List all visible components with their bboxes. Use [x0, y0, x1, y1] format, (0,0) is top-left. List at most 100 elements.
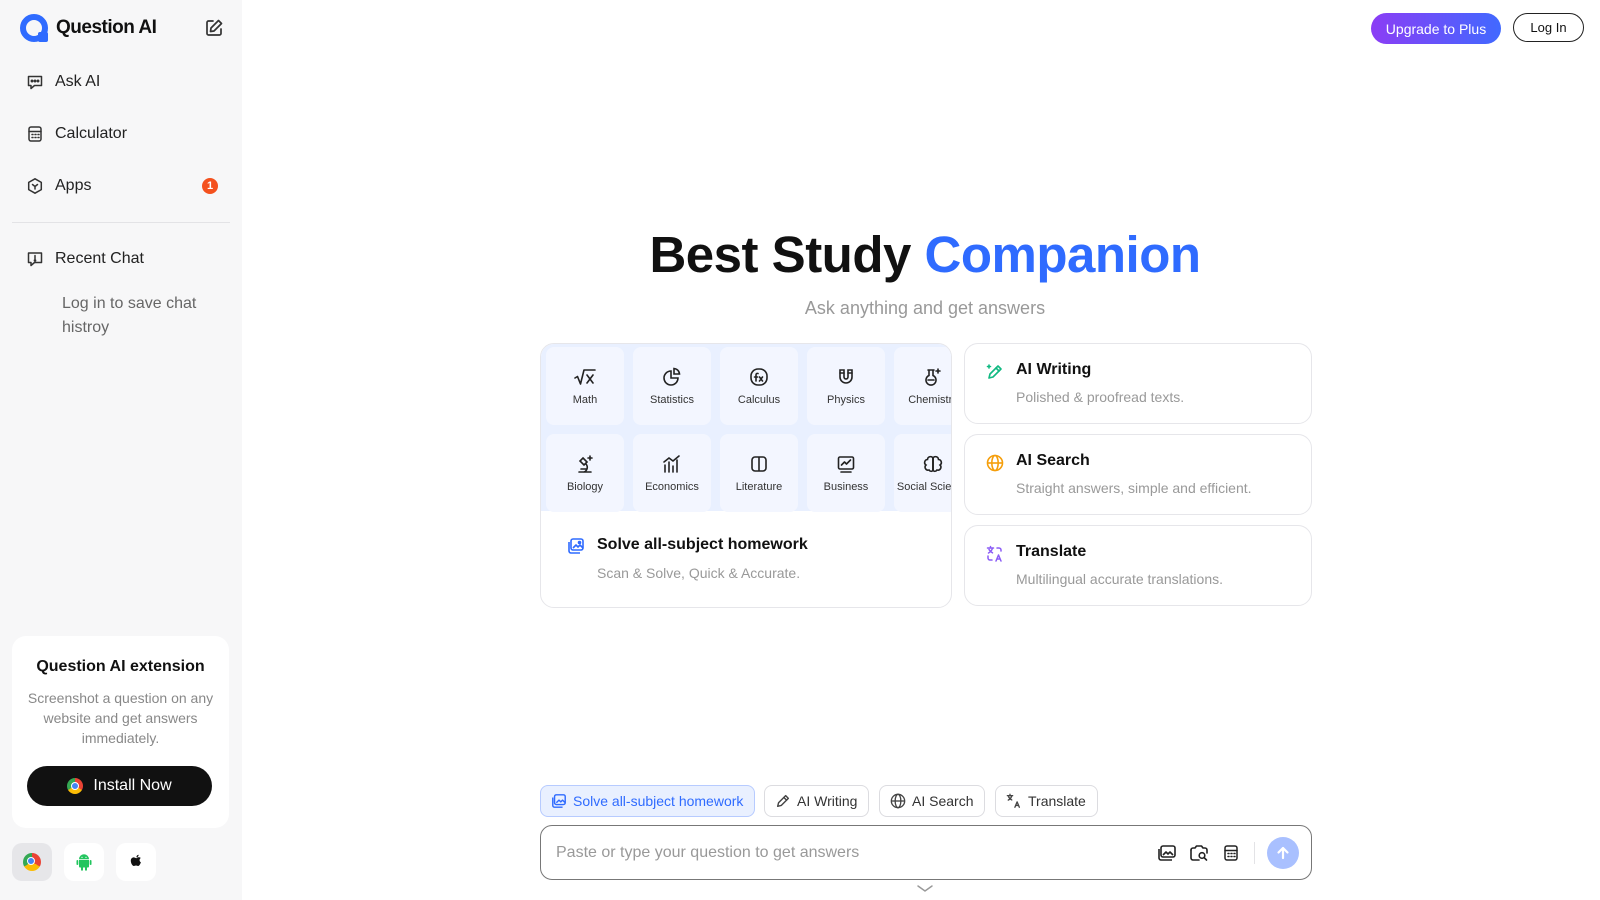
globe-icon [890, 793, 906, 809]
brand-name: Question AI [56, 17, 157, 38]
hero-subtitle: Ask anything and get answers [804, 298, 1046, 318]
chat-icon [25, 72, 45, 92]
upload-image-button[interactable] [1156, 842, 1178, 864]
recent-chat-hint: Log in to save chat histroy [62, 295, 197, 336]
square-root-icon [574, 366, 596, 388]
ai-search-card[interactable]: AI Search Straight answers, simple and e… [964, 434, 1312, 515]
toolbar-separator [1254, 842, 1255, 864]
image-scan-icon [551, 793, 567, 809]
ai-writing-card[interactable]: AI Writing Polished & proofread texts. [964, 343, 1312, 424]
sidebar-item-label: Recent Chat [55, 250, 144, 267]
calculator-button[interactable] [1220, 842, 1242, 864]
brain-icon [922, 453, 944, 475]
homework-description: Scan & Solve, Quick & Accurate. [597, 565, 801, 581]
magnet-icon [835, 366, 857, 388]
upgrade-to-plus-button[interactable]: Upgrade to Plus [1371, 13, 1501, 44]
homework-card-footer: Solve all-subject homework Scan & Solve,… [541, 511, 951, 607]
flask-icon [922, 366, 944, 388]
sidebar-item-label: Apps [55, 177, 92, 194]
sidebar-item-apps[interactable]: Apps 1 [12, 166, 230, 206]
translate-icon [985, 544, 1005, 564]
install-button-label: Install Now [93, 777, 172, 794]
recent-chat-icon [25, 249, 45, 269]
subject-label: Math [572, 394, 598, 406]
apple-icon [130, 854, 141, 866]
mode-chip-label: AI Search [912, 793, 974, 809]
subject-label: Literature [735, 481, 783, 493]
extension-title: Question AI extension [36, 658, 205, 675]
edit-icon [206, 19, 223, 36]
pen-icon [775, 793, 791, 809]
book-icon [748, 453, 770, 475]
subject-literature[interactable]: Literature [720, 434, 798, 512]
subject-label: Statistics [649, 394, 694, 406]
new-chat-button[interactable] [202, 16, 226, 40]
subject-physics[interactable]: Physics [807, 347, 885, 425]
hero-title-plain: Best Study [649, 226, 925, 283]
mode-chip-translate[interactable]: Translate [995, 785, 1098, 817]
apple-platform-button[interactable] [116, 843, 156, 881]
subject-label: Biology [566, 481, 604, 493]
subject-label: Calculus [737, 394, 781, 406]
trend-chart-icon [835, 453, 857, 475]
feature-title: AI Writing [1016, 361, 1092, 378]
chrome-icon [67, 778, 84, 794]
mode-chip-label: Translate [1028, 793, 1086, 809]
screenshot-search-button[interactable] [1188, 842, 1210, 864]
subject-grid: Math Statistics Calculus Physics Chemist… [541, 344, 952, 512]
platform-links [12, 843, 156, 881]
homework-card[interactable]: Math Statistics Calculus Physics Chemist… [540, 343, 952, 608]
globe-icon [985, 453, 1005, 473]
pie-chart-icon [661, 366, 683, 388]
translate-icon [1006, 793, 1022, 809]
image-icon [1158, 845, 1176, 861]
translate-card[interactable]: Translate Multilingual accurate translat… [964, 525, 1312, 606]
subject-statistics[interactable]: Statistics [633, 347, 711, 425]
sidebar-item-recent-chat[interactable]: Recent Chat [12, 239, 230, 279]
subject-math[interactable]: Math [546, 347, 624, 425]
log-in-button[interactable]: Log In [1513, 13, 1584, 42]
subject-business[interactable]: Business [807, 434, 885, 512]
sidebar-item-ask-ai[interactable]: Ask AI [12, 62, 230, 102]
feature-description: Polished & proofread texts. [1016, 389, 1185, 405]
function-icon [748, 366, 770, 388]
sidebar: Question AI Ask AI Calculator Apps 1 Rec… [0, 0, 242, 900]
send-button[interactable] [1267, 837, 1299, 869]
mode-chip-homework[interactable]: Solve all-subject homework [540, 785, 756, 817]
feature-title: Translate [1016, 543, 1087, 560]
chrome-icon [23, 853, 41, 871]
subject-social-science[interactable]: Social Science [894, 434, 952, 512]
android-icon [76, 854, 92, 871]
hero-title: Best Study Companion [540, 225, 1310, 284]
sidebar-item-calculator[interactable]: Calculator [12, 114, 230, 154]
ai-writing-icon [985, 362, 1005, 382]
mode-chip-ai-search[interactable]: AI Search [879, 785, 986, 817]
android-platform-button[interactable] [64, 843, 104, 881]
logo-icon [20, 14, 48, 42]
calculator-icon [1224, 845, 1238, 861]
install-now-button[interactable]: Install Now [27, 766, 212, 806]
homework-title: Solve all-subject homework [597, 536, 808, 553]
microscope-icon [574, 453, 596, 475]
subject-label: Chemistry [908, 394, 952, 406]
calculator-icon [25, 124, 45, 144]
subject-label: Economics [645, 481, 699, 493]
mode-chip-label: AI Writing [797, 793, 858, 809]
subject-label: Business [823, 481, 869, 493]
subject-calculus[interactable]: Calculus [720, 347, 798, 425]
chevron-down-icon[interactable] [915, 884, 935, 896]
camera-search-icon [1190, 845, 1208, 861]
subject-economics[interactable]: Economics [633, 434, 711, 512]
subject-chemistry[interactable]: Chemistry [894, 347, 952, 425]
arrow-up-icon [1277, 846, 1289, 860]
subject-label: Social Science [896, 481, 952, 493]
chrome-platform-button[interactable] [12, 843, 52, 881]
sidebar-divider [12, 222, 230, 223]
mode-chip-label: Solve all-subject homework [573, 793, 744, 809]
question-composer [540, 825, 1312, 880]
feature-description: Multilingual accurate translations. [1016, 571, 1223, 587]
notification-badge: 1 [202, 178, 218, 194]
subject-biology[interactable]: Biology [546, 434, 624, 512]
question-input[interactable] [556, 826, 1116, 879]
mode-chip-ai-writing[interactable]: AI Writing [764, 785, 870, 817]
